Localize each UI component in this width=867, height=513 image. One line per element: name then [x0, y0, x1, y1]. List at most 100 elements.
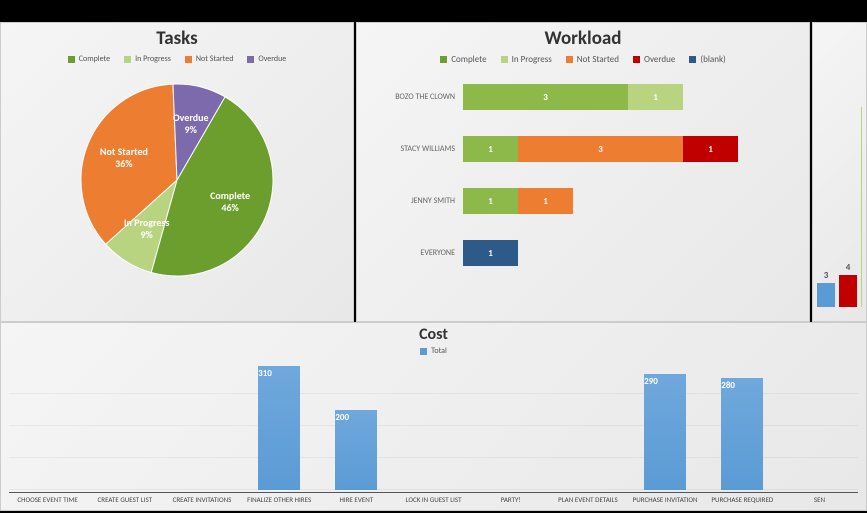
cost-col: [86, 362, 163, 490]
legend-label: Complete: [79, 54, 110, 64]
pie-label: Not Started36%: [89, 146, 159, 170]
legend-label: Complete: [451, 54, 486, 65]
workload-row-name: EVERYONE: [365, 248, 463, 258]
legend-label: Overdue: [644, 54, 675, 65]
right-bar: [817, 283, 835, 307]
cost-xaxis-label: PURCHASE INVITATION: [627, 493, 704, 504]
right-bar-label: 4: [846, 262, 851, 273]
right-bar-col: 4: [839, 262, 857, 307]
legend-item: (blank): [689, 54, 725, 65]
right-bar-label: 3: [824, 270, 829, 281]
right-cropped-bars: 342511: [817, 97, 862, 307]
legend-item: Overdue: [633, 54, 675, 65]
legend-swatch: [68, 56, 75, 63]
cost-col: 290: [627, 362, 704, 490]
legend-item: Not Started: [185, 54, 234, 64]
cost-col: [163, 362, 240, 490]
right-bar-col: 25: [861, 97, 862, 307]
workload-seg: 3: [518, 136, 683, 162]
cost-xaxis-label: CHOOSE EVENT TIME: [9, 493, 86, 504]
cost-bar-label: 200: [335, 412, 377, 423]
cost-xaxis-label: PARTY!: [472, 493, 549, 504]
workload-row: BOZO THE CLOWN31: [365, 71, 791, 123]
top-blackbar: [0, 0, 867, 22]
cost-legend-item: Total: [420, 346, 447, 356]
legend-item: Overdue: [247, 54, 286, 64]
tasks-legend: Complete In Progress Not Started Overdue: [1, 54, 353, 64]
top-row: Tasks Complete In Progress Not Started Over…: [0, 22, 867, 322]
workload-row-bars: 131: [463, 136, 791, 162]
tasks-title: Tasks: [1, 23, 353, 54]
workload-legend: Complete In Progress Not Started Overdue (bl…: [357, 54, 809, 65]
right-bar: [861, 107, 862, 307]
workload-row: JENNY SMITH11: [365, 175, 791, 227]
cost-legend-label: Total: [431, 346, 447, 356]
cost-tile: Cost Total 310 200 290 280 CHOOSE EVENT TIM…: [0, 322, 867, 511]
workload-seg: 1: [463, 188, 518, 214]
tasks-tile: Tasks Complete In Progress Not Started Over…: [0, 22, 354, 322]
legend-swatch: [566, 56, 573, 63]
workload-row: STACY WILLIAMS131: [365, 123, 791, 175]
legend-label: Not Started: [577, 54, 619, 65]
cost-bar: 310: [258, 366, 300, 490]
workload-row: EVERYONE1: [365, 227, 791, 279]
cost-bar-label: 310: [258, 368, 300, 379]
cost-col: [9, 362, 86, 490]
cost-bar: 280: [721, 378, 763, 490]
legend-swatch: [633, 56, 640, 63]
cost-col: 200: [318, 362, 395, 490]
legend-label: In Progress: [135, 54, 171, 64]
legend-swatch: [247, 56, 254, 63]
cost-bar-label: 280: [721, 380, 763, 391]
legend-swatch: [185, 56, 192, 63]
cost-col: [472, 362, 549, 490]
right-bar: [839, 275, 857, 307]
workload-seg: 1: [518, 188, 573, 214]
cost-legend-swatch: [420, 348, 427, 355]
workload-title: Workload: [357, 23, 809, 54]
workload-seg: 1: [463, 136, 518, 162]
cost-bar-label: 290: [644, 376, 686, 387]
cost-xaxis-label: SEN: [781, 493, 858, 504]
cost-xaxis-label: LOCK IN GUEST LIST: [395, 493, 472, 504]
legend-swatch: [124, 56, 131, 63]
workload-tile: Workload Complete In Progress Not Started O…: [356, 22, 810, 322]
cost-xaxis-label: FINALIZE OTHER HIRES: [241, 493, 318, 504]
pie-label: Complete46%: [195, 190, 265, 214]
legend-swatch: [689, 56, 696, 63]
cost-plot: 310 200 290 280: [9, 362, 858, 490]
cost-xaxis: CHOOSE EVENT TIMECREATE GUEST LISTCREATE…: [9, 492, 858, 504]
cost-col: [395, 362, 472, 490]
legend-item: Complete: [440, 54, 486, 65]
right-cropped-tile: 342511: [812, 22, 867, 322]
legend-label: Not Started: [196, 54, 234, 64]
legend-item: Not Started: [566, 54, 619, 65]
workload-row-bars: 31: [463, 84, 791, 110]
legend-item: Complete: [68, 54, 110, 64]
tasks-pie: [77, 80, 277, 280]
pie-label: In Progress9%: [112, 217, 182, 241]
workload-row-bars: 11: [463, 188, 791, 214]
cost-col: 310: [241, 362, 318, 490]
cost-xaxis-label: CREATE INVITATIONS: [163, 493, 240, 504]
cost-title: Cost: [1, 323, 866, 346]
workload-row-name: STACY WILLIAMS: [365, 144, 463, 154]
dashboard: Tasks Complete In Progress Not Started Over…: [0, 0, 867, 513]
legend-label: (blank): [700, 54, 725, 65]
cost-col: 280: [704, 362, 781, 490]
cost-xaxis-label: PURCHASE REQUIRED: [704, 493, 781, 504]
cost-xaxis-label: HIRE EVENT: [318, 493, 395, 504]
cost-xaxis-label: CREATE GUEST LIST: [86, 493, 163, 504]
workload-row-bars: 1: [463, 240, 791, 266]
workload-row-name: BOZO THE CLOWN: [365, 92, 463, 102]
legend-item: In Progress: [501, 54, 552, 65]
legend-label: In Progress: [512, 54, 552, 65]
pie-label: Overdue9%: [156, 112, 226, 136]
tasks-pie-wrap: Complete46% In Progress9% Not Started36% Ov…: [47, 70, 307, 270]
legend-swatch: [440, 56, 447, 63]
cost-col: [781, 362, 858, 490]
workload-seg: 1: [463, 240, 518, 266]
legend-item: In Progress: [124, 54, 171, 64]
workload-seg: 1: [628, 84, 683, 110]
cost-col: [549, 362, 626, 490]
